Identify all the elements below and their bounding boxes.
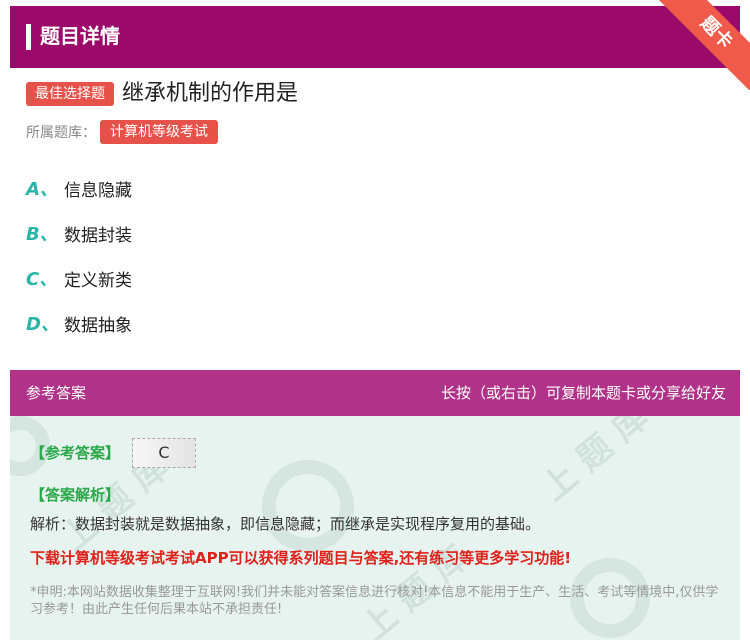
option-text: 数据抽象	[64, 315, 132, 336]
reference-answer-image: C	[132, 438, 196, 468]
app-download-promo[interactable]: 下载计算机等级考试考试APP可以获得系列题目与答案,还有练习等更多学习功能!	[30, 548, 571, 568]
option-letter: C、	[26, 269, 58, 290]
explanation-text: 解析：数据封装就是数据抽象，即信息隐藏；而继承是实现程序复用的基础。	[30, 515, 541, 533]
explanation-label: 【答案解析】	[30, 486, 121, 504]
answer-section-bar: 参考答案 长按（或右击）可复制本题卡或分享给好友	[10, 370, 740, 416]
option-letter: B、	[26, 224, 58, 245]
category-tag[interactable]: 计算机等级考试	[100, 120, 218, 144]
answer-section-title: 参考答案	[26, 384, 87, 402]
question-card-page: 题目详情 题卡 最佳选择题 继承机制的作用是 所属题库： 计算机等级考试 A、 …	[0, 0, 750, 640]
category-line: 所属题库： 计算机等级考试	[26, 120, 218, 144]
option-d[interactable]: D、 数据抽象	[26, 311, 132, 336]
question-text: 继承机制的作用是	[122, 81, 299, 106]
share-tip: 长按（或右击）可复制本题卡或分享给好友	[440, 384, 726, 402]
watermark-logo-icon	[262, 460, 354, 552]
option-text: 定义新类	[64, 270, 132, 291]
category-label: 所属题库：	[26, 125, 96, 141]
header-bar: 题目详情	[10, 6, 740, 68]
page-title: 题目详情	[40, 24, 120, 48]
question-line: 最佳选择题 继承机制的作用是	[26, 80, 298, 108]
watermark-icon: 上 题 库	[534, 416, 657, 509]
option-letter: A、	[26, 179, 58, 200]
question-type-badge: 最佳选择题	[26, 82, 114, 106]
header-accent-bar	[26, 24, 31, 50]
option-b[interactable]: B、 数据封装	[26, 221, 132, 246]
option-text: 数据封装	[64, 225, 132, 246]
option-c[interactable]: C、 定义新类	[26, 266, 132, 291]
answer-body: 上 题 库 上 题 库 上 题 库 【参考答案】 C 【答案解析】 解析：数据封…	[10, 416, 740, 640]
option-text: 信息隐藏	[64, 180, 132, 201]
disclaimer-text: *申明:本网站数据收集整理于互联网!我们并未能对答案信息进行核对!本信息不能用于…	[30, 585, 719, 617]
reference-answer-label: 【参考答案】	[30, 444, 121, 462]
option-letter: D、	[26, 314, 59, 335]
option-a[interactable]: A、 信息隐藏	[26, 176, 132, 201]
